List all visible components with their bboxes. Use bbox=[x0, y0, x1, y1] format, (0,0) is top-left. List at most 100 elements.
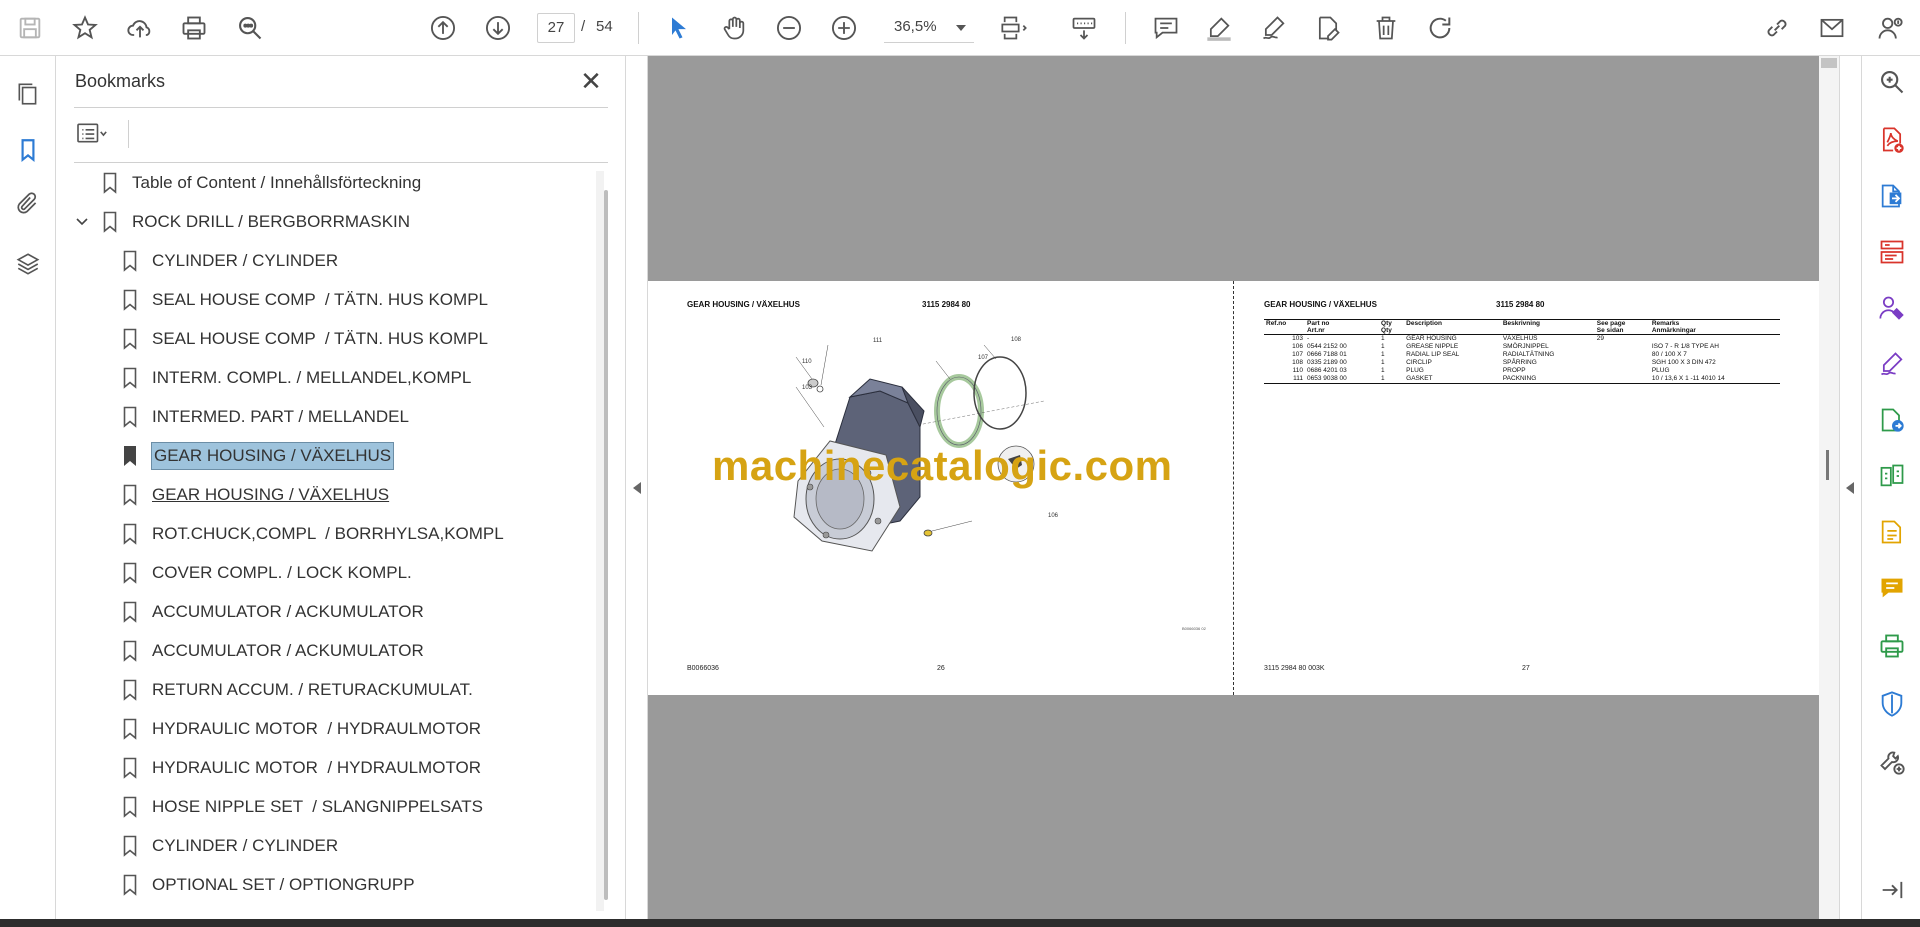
bookmark-item[interactable]: INTERM. COMPL. / MELLANDEL,KOMPL bbox=[122, 361, 471, 395]
bookmark-item[interactable]: HYDRAULIC MOTOR / HYDRAULMOTOR bbox=[122, 712, 481, 746]
table-cell bbox=[1650, 335, 1780, 344]
table-cell: SMÖRJNIPPEL bbox=[1502, 343, 1549, 350]
document-scrollbar-thumb[interactable] bbox=[1821, 58, 1837, 68]
bookmarks-scrollbar-track[interactable] bbox=[596, 171, 604, 911]
chevron-down-icon[interactable] bbox=[74, 214, 90, 230]
expand-icon[interactable] bbox=[1876, 874, 1908, 906]
bookmark-item[interactable]: INTERMED. PART / MELLANDEL bbox=[122, 400, 409, 434]
table-cell: SPÅRRING bbox=[1502, 359, 1537, 366]
rotate-icon[interactable] bbox=[1422, 10, 1458, 46]
page-number-input[interactable]: 27 bbox=[537, 13, 575, 43]
pages-icon[interactable] bbox=[10, 76, 46, 112]
protect-icon[interactable] bbox=[1876, 688, 1908, 720]
bookmark-label: SEAL HOUSE COMP / TÄTN. HUS KOMPL bbox=[152, 290, 488, 309]
search-icon[interactable] bbox=[1876, 66, 1908, 98]
bookmarks-scrollbar-thumb[interactable] bbox=[604, 190, 608, 900]
bookmarks-collapse-handle[interactable] bbox=[626, 56, 648, 919]
bookmark-icon[interactable] bbox=[10, 132, 46, 168]
table-cell: 29 bbox=[1596, 335, 1604, 342]
table-cell: 1 bbox=[1381, 359, 1385, 366]
divider bbox=[128, 120, 129, 148]
bookmark-icon bbox=[123, 367, 137, 389]
save-icon[interactable] bbox=[12, 10, 48, 46]
export-icon[interactable] bbox=[1876, 404, 1908, 436]
bookmark-item[interactable]: SEAL HOUSE COMP / TÄTN. HUS KOMPL bbox=[122, 322, 488, 356]
comment-icon[interactable] bbox=[1876, 572, 1908, 604]
right-page-title: GEAR HOUSING / VÄXELHUS bbox=[1264, 300, 1377, 309]
bookmark-options-button[interactable] bbox=[74, 118, 122, 148]
zoom-level-select[interactable]: 36,5% bbox=[884, 13, 974, 43]
email-icon[interactable] bbox=[1814, 10, 1850, 46]
close-icon[interactable]: ✕ bbox=[576, 66, 606, 96]
layers-icon[interactable] bbox=[10, 246, 46, 282]
bookmark-icon bbox=[123, 328, 137, 350]
bookmark-item[interactable]: OPTIONAL SET / OPTIONGRUPP bbox=[122, 868, 415, 902]
document-scrollbar-track[interactable] bbox=[1819, 56, 1839, 919]
bookmark-item[interactable]: Table of Content / Innehållsförteckning bbox=[102, 166, 421, 200]
scroll-mode-icon[interactable] bbox=[1066, 10, 1102, 46]
request-sign-icon[interactable] bbox=[1876, 292, 1908, 324]
compare-icon[interactable] bbox=[1876, 460, 1908, 492]
bookmark-label: COVER COMPL. / LOCK KOMPL. bbox=[152, 563, 412, 582]
star-icon[interactable] bbox=[67, 10, 103, 46]
bookmark-item[interactable]: ROT.CHUCK,COMPL / BORRHYLSA,KOMPL bbox=[122, 517, 504, 551]
export-pdf-icon[interactable] bbox=[1876, 180, 1908, 212]
more-tools-icon[interactable] bbox=[1876, 746, 1908, 778]
header-primary: Qty bbox=[1381, 320, 1392, 327]
bookmarks-panel: Bookmarks ✕ Table of Content / Innehålls… bbox=[56, 56, 626, 919]
bookmark-item[interactable]: GEAR HOUSING / VÄXELHUS bbox=[122, 478, 389, 512]
table-cell: 1 bbox=[1381, 367, 1385, 374]
bookmark-item[interactable]: GEAR HOUSING / VÄXELHUS bbox=[122, 439, 395, 473]
document-view[interactable]: GEAR HOUSING / VÄXELHUS 3115 2984 80 111… bbox=[648, 56, 1819, 919]
bookmark-label: RETURN ACCUM. / RETURACKUMULAT. bbox=[152, 680, 473, 699]
sign-icon[interactable] bbox=[1256, 10, 1292, 46]
table-cell: GASKET bbox=[1404, 375, 1501, 384]
table-cell: SGH 100 X 3 DIN 472 bbox=[1651, 359, 1716, 366]
zoom-out-icon[interactable] bbox=[771, 10, 807, 46]
page-fit-icon[interactable] bbox=[996, 10, 1032, 46]
bookmark-item[interactable]: ACCUMULATOR / ACKUMULATOR bbox=[122, 634, 424, 668]
page-down-icon[interactable] bbox=[480, 10, 516, 46]
hand-icon[interactable] bbox=[716, 10, 752, 46]
table-cell: ISO 7 - R 1/8 TYPE AH bbox=[1651, 343, 1719, 350]
print-production-icon[interactable] bbox=[1876, 630, 1908, 662]
account-icon[interactable] bbox=[1872, 10, 1908, 46]
edit-pdf-icon[interactable] bbox=[1876, 516, 1908, 548]
bookmark-item[interactable]: SEAL HOUSE COMP / TÄTN. HUS KOMPL bbox=[122, 283, 488, 317]
bookmark-item[interactable]: CYLINDER / CYLINDER bbox=[122, 829, 338, 863]
create-pdf-icon[interactable] bbox=[1876, 124, 1908, 156]
attachment-icon[interactable] bbox=[10, 186, 46, 222]
bookmark-item[interactable]: COVER COMPL. / LOCK KOMPL. bbox=[122, 556, 412, 590]
table-cell: RADIALTÄTNING bbox=[1502, 351, 1555, 358]
table-header-cell: Remarks Anmärkningar bbox=[1649, 319, 1780, 335]
bookmark-item[interactable]: ROCK DRILL / BERGBORRMASKIN bbox=[76, 205, 410, 239]
organize-icon[interactable] bbox=[1876, 236, 1908, 268]
top-toolbar: 27 / 54 36,5% bbox=[0, 0, 1920, 56]
bookmark-item[interactable]: CYLINDER / CYLINDER bbox=[122, 244, 338, 278]
table-header-cell: See page Se sidan bbox=[1594, 319, 1650, 335]
bookmark-item[interactable]: HYDRAULIC MOTOR / HYDRAULMOTOR bbox=[122, 751, 481, 785]
page-up-icon[interactable] bbox=[425, 10, 461, 46]
link-icon[interactable] bbox=[1759, 10, 1795, 46]
table-cell: GEAR HOUSING bbox=[1406, 335, 1457, 342]
comment-icon[interactable] bbox=[1148, 10, 1184, 46]
bookmark-item[interactable]: ACCUMULATOR / ACKUMULATOR bbox=[122, 595, 424, 629]
zoom-in-icon[interactable] bbox=[826, 10, 862, 46]
bookmark-label: ACCUMULATOR / ACKUMULATOR bbox=[152, 602, 424, 621]
delete-icon[interactable] bbox=[1368, 10, 1404, 46]
select-cursor-icon[interactable] bbox=[661, 10, 697, 46]
print-icon[interactable] bbox=[176, 10, 212, 46]
edit-icon[interactable] bbox=[1310, 10, 1346, 46]
bookmark-item[interactable]: RETURN ACCUM. / RETURACKUMULAT. bbox=[122, 673, 473, 707]
fill-sign-icon[interactable] bbox=[1876, 348, 1908, 380]
bookmark-icon bbox=[124, 446, 136, 466]
highlight-icon[interactable] bbox=[1201, 10, 1237, 46]
zoom-search-icon[interactable] bbox=[232, 10, 268, 46]
right-page-part-no: 3115 2984 80 bbox=[1496, 300, 1545, 309]
tools-collapse-handle[interactable] bbox=[1839, 56, 1861, 919]
bookmark-item[interactable]: HOSE NIPPLE SET / SLANGNIPPELSATS bbox=[122, 790, 483, 824]
upload-icon[interactable] bbox=[122, 10, 158, 46]
table-header-cell: Qty Qty bbox=[1379, 319, 1405, 335]
table-cell: 80 / 100 X 7 bbox=[1651, 351, 1687, 358]
bookmark-label: INTERMED. PART / MELLANDEL bbox=[152, 407, 409, 426]
